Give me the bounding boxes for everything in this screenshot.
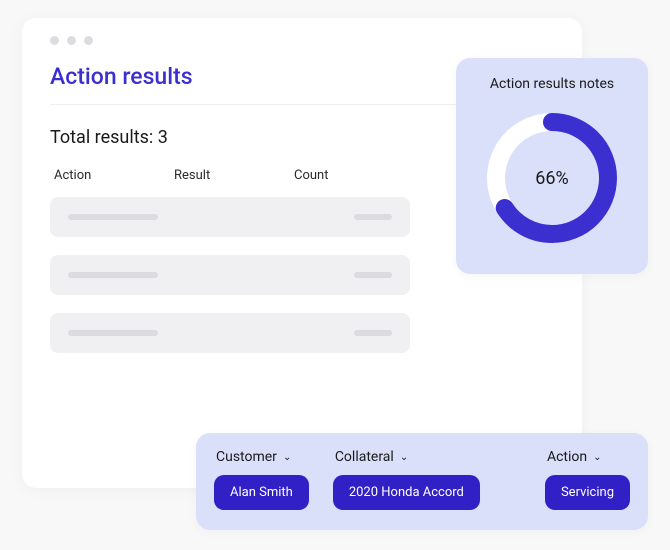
action-value-pill[interactable]: Servicing [545, 475, 630, 510]
placeholder-text [354, 330, 392, 336]
customer-label: Customer [216, 449, 277, 465]
action-results-notes-card: Action results notes 66% [456, 58, 648, 274]
placeholder-text [354, 272, 392, 278]
donut-percent-label: 66% [482, 108, 622, 248]
column-header-result: Result [174, 168, 244, 183]
column-header-action: Action [54, 168, 124, 183]
donut-title: Action results notes [490, 76, 614, 92]
chevron-down-icon: ⌄ [400, 452, 408, 463]
action-dropdown[interactable]: Action ⌄ [545, 449, 630, 465]
collateral-value-pill[interactable]: 2020 Honda Accord [333, 475, 480, 510]
chevron-down-icon: ⌄ [593, 452, 601, 463]
window-dot [67, 36, 76, 45]
customer-value-pill[interactable]: Alan Smith [214, 475, 309, 510]
collateral-label: Collateral [335, 449, 394, 465]
action-label: Action [547, 449, 587, 465]
placeholder-text [354, 214, 392, 220]
window-controls [50, 36, 554, 45]
collateral-dropdown[interactable]: Collateral ⌄ [333, 449, 480, 465]
placeholder-text [68, 214, 158, 220]
placeholder-text [68, 272, 158, 278]
placeholder-text [68, 330, 158, 336]
window-dot [84, 36, 93, 45]
table-row[interactable] [50, 313, 410, 353]
table-row[interactable] [50, 197, 410, 237]
customer-dropdown[interactable]: Customer ⌄ [214, 449, 309, 465]
table-row[interactable] [50, 255, 410, 295]
column-header-count: Count [294, 168, 328, 183]
donut-chart: 66% [482, 108, 622, 248]
chevron-down-icon: ⌄ [283, 452, 291, 463]
window-dot [50, 36, 59, 45]
filters-card: Customer ⌄ Alan Smith Collateral ⌄ 2020 … [196, 433, 648, 530]
